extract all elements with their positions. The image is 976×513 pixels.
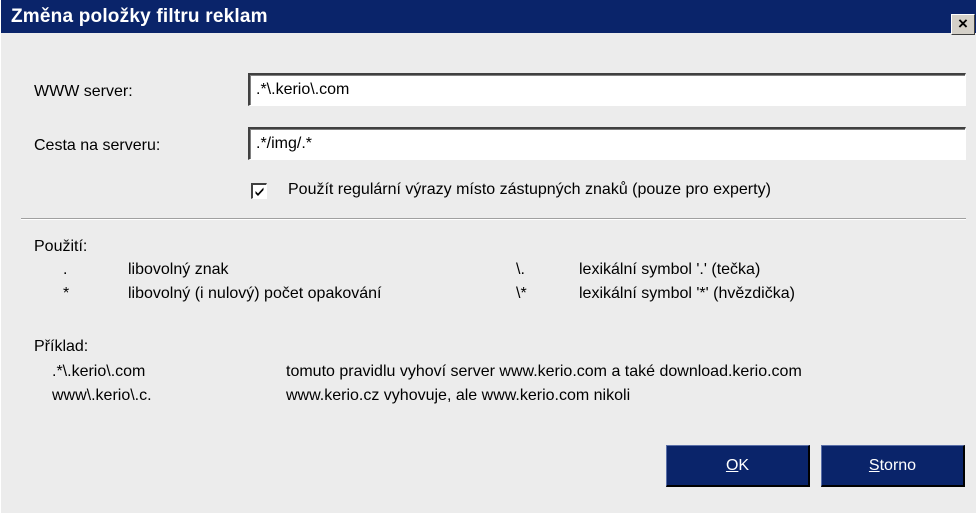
example-description: tomuto pravidlu vyhoví server www.kerio.… xyxy=(286,363,802,380)
cancel-label: torno xyxy=(879,456,917,474)
regex-checkbox-label[interactable]: Použít regulární výrazy místo zástupných… xyxy=(288,181,771,199)
usage-symbol-escaped: \* xyxy=(516,285,527,302)
example-pattern: .*\.kerio\.com xyxy=(52,363,146,380)
server-input[interactable] xyxy=(250,75,965,105)
usage-symbol: * xyxy=(63,285,70,302)
cancel-mnemonic: S xyxy=(868,456,880,474)
regex-checkbox[interactable] xyxy=(251,183,267,199)
usage-description-escaped: lexikální symbol '.' (tečka) xyxy=(579,261,761,278)
close-icon: × xyxy=(958,14,968,33)
path-input[interactable] xyxy=(250,129,965,159)
ok-button[interactable]: OK xyxy=(666,445,810,487)
dialog-title: Změna položky filtru reklam xyxy=(11,6,268,27)
usage-symbol-escaped: \. xyxy=(516,261,525,278)
usage-description: libovolný (i nulový) počet opakování xyxy=(128,285,382,302)
usage-heading: Použití: xyxy=(34,238,88,255)
usage-description: libovolný znak xyxy=(128,261,229,278)
ok-label: K xyxy=(738,456,750,474)
ok-mnemonic: O xyxy=(725,456,739,474)
checkmark-icon xyxy=(255,187,264,196)
server-label: WWW server: xyxy=(34,83,133,100)
dialog-window: Změna položky filtru reklam × WWW server… xyxy=(0,0,976,513)
usage-symbol: . xyxy=(63,261,68,278)
path-field xyxy=(248,127,966,160)
example-description: www.kerio.cz vyhovuje, ale www.kerio.com… xyxy=(286,387,631,404)
path-label: Cesta na serveru: xyxy=(34,137,161,154)
close-button[interactable]: × xyxy=(951,14,975,35)
cancel-button[interactable]: Storno xyxy=(821,445,965,487)
title-bar[interactable]: Změna položky filtru reklam xyxy=(1,0,976,33)
example-pattern: www\.kerio\.c. xyxy=(52,387,152,404)
usage-description-escaped: lexikální symbol '*' (hvězdička) xyxy=(579,285,795,302)
example-heading: Příklad: xyxy=(34,338,89,355)
separator xyxy=(21,218,966,220)
server-field xyxy=(248,73,966,106)
